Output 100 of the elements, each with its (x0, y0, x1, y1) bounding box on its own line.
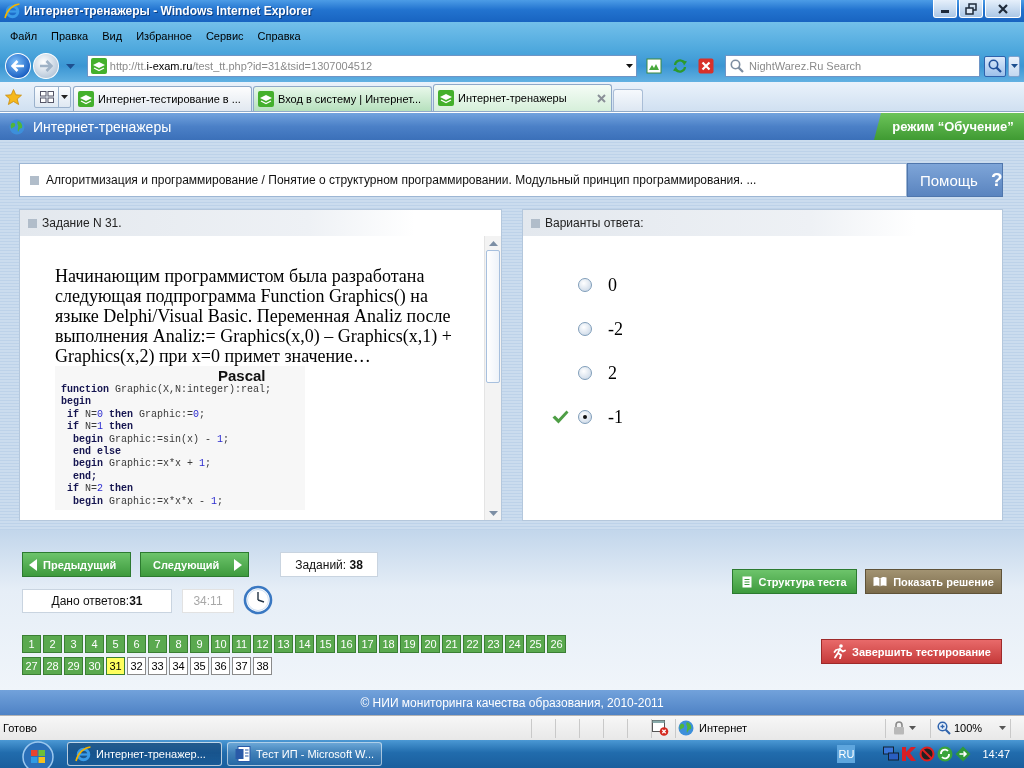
language-indicator[interactable]: RU (837, 745, 856, 763)
star-icon[interactable] (5, 88, 22, 105)
task-number[interactable]: 8 (169, 635, 188, 653)
menu-item[interactable]: Сервис (198, 28, 251, 44)
timer: 34:11 (182, 589, 234, 613)
task-number[interactable]: 7 (148, 635, 167, 653)
task-number[interactable]: 17 (358, 635, 377, 653)
scroll-up-icon[interactable] (488, 241, 498, 246)
task-number[interactable]: 13 (274, 635, 293, 653)
task-number[interactable]: 37 (232, 657, 251, 675)
radio-button[interactable] (578, 322, 592, 336)
radio-button[interactable] (578, 410, 592, 424)
task-number[interactable]: 10 (211, 635, 230, 653)
task-number[interactable]: 30 (85, 657, 104, 675)
task-number[interactable]: 32 (127, 657, 146, 675)
scroll-down-icon[interactable] (488, 511, 498, 516)
task-number[interactable]: 12 (253, 635, 272, 653)
back-button[interactable] (5, 53, 31, 79)
task-number[interactable]: 6 (127, 635, 146, 653)
radio-button[interactable] (578, 366, 592, 380)
stop-icon (698, 58, 715, 74)
task-number[interactable]: 33 (148, 657, 167, 675)
arrow-right-icon (38, 60, 53, 72)
radio-button[interactable] (578, 278, 592, 292)
task-number[interactable]: 14 (295, 635, 314, 653)
task-number[interactable]: 27 (22, 657, 41, 675)
task-number[interactable]: 23 (484, 635, 503, 653)
task-number[interactable]: 35 (190, 657, 209, 675)
code-line: begin Graphic:=x*x*x - 1; (72, 495, 225, 509)
previous-button[interactable]: Предыдущий (22, 552, 131, 577)
task-number[interactable]: 34 (169, 657, 188, 675)
tab[interactable]: Интернет-тренажеры (433, 84, 612, 111)
close-icon[interactable] (597, 93, 606, 103)
task-number[interactable]: 36 (211, 657, 230, 675)
task-number[interactable]: 16 (337, 635, 356, 653)
task-number[interactable]: 21 (442, 635, 461, 653)
tab[interactable]: Вход в систему | Интернет... (253, 86, 432, 111)
task-number[interactable]: 4 (85, 635, 104, 653)
address-field[interactable]: http://tt.i-exam.ru/test_tt.php?id=31&tsid=1307004512 (86, 55, 638, 77)
menu-item[interactable]: Файл (3, 28, 45, 44)
scrollbar[interactable] (484, 236, 501, 520)
task-number[interactable]: 26 (547, 635, 566, 653)
task-number[interactable]: 1 (22, 635, 41, 653)
answer-label: -1 (608, 406, 623, 428)
tasks-counter: Заданий: 38 (280, 552, 378, 577)
search-options-button[interactable] (1008, 55, 1020, 77)
tab-list-button[interactable] (58, 86, 70, 107)
help-button[interactable]: Помощь ? (907, 163, 1003, 197)
cycle-arrows-icon[interactable] (937, 746, 954, 762)
scrollbar-thumb[interactable] (486, 250, 500, 383)
square-bullet-icon (30, 175, 39, 185)
task-number[interactable]: 5 (106, 635, 125, 653)
next-button[interactable]: Следующий (140, 552, 249, 577)
task-number[interactable]: 31 (106, 657, 125, 675)
task-number[interactable]: 20 (421, 635, 440, 653)
close-icon (997, 2, 1009, 15)
search-field[interactable]: NightWarez.Ru Search (725, 55, 981, 77)
task-number[interactable]: 38 (253, 657, 272, 675)
answer-label: 0 (608, 274, 617, 296)
task-number[interactable]: 3 (64, 635, 83, 653)
solution-button[interactable]: Показать решение (865, 569, 1002, 594)
menu-item[interactable]: Вид (95, 28, 130, 44)
task-number[interactable]: 9 (190, 635, 209, 653)
finish-button[interactable]: Завершить тестирование (821, 639, 1002, 664)
e-logo-icon (4, 3, 20, 19)
padlock-icon[interactable] (892, 721, 906, 735)
tab[interactable]: Интернет-тестирование в ... (73, 86, 252, 111)
no-sign-icon[interactable] (919, 746, 936, 762)
triangle-right-icon (234, 558, 242, 571)
task-number[interactable]: 2 (43, 635, 62, 653)
zoom-level[interactable]: 100% (954, 722, 983, 734)
caret-icon (1010, 64, 1018, 68)
running-man-icon (832, 644, 847, 659)
zoom-icon[interactable] (937, 721, 951, 735)
task-number[interactable]: 15 (316, 635, 335, 653)
forward-button[interactable] (32, 53, 59, 79)
diamond-arrow-icon[interactable] (955, 746, 972, 762)
menu-item[interactable]: Справка (250, 28, 308, 44)
task-number[interactable]: 24 (505, 635, 524, 653)
site-title: Интернет-тренажеры (33, 118, 172, 135)
menu-item[interactable]: Правка (44, 28, 96, 44)
taskbar-button[interactable]: Тест ИП - Microsoft W... (227, 742, 382, 766)
task-number[interactable]: 28 (43, 657, 62, 675)
restore-button[interactable] (959, 0, 983, 18)
restore-icon (965, 2, 977, 15)
caret-icon (61, 94, 68, 99)
close-button[interactable] (985, 0, 1021, 18)
task-number[interactable]: 22 (463, 635, 482, 653)
search-button[interactable] (984, 55, 1007, 77)
minimize-button[interactable] (933, 0, 957, 18)
code-line: if N=0 then Graphic:=0; (66, 408, 207, 421)
task-number[interactable]: 19 (400, 635, 419, 653)
task-number[interactable]: 29 (64, 657, 83, 675)
task-number[interactable]: 25 (526, 635, 545, 653)
structure-button[interactable]: Структура теста (732, 569, 857, 594)
menu-item[interactable]: Избранное (129, 28, 199, 44)
monitors-icon[interactable] (883, 746, 900, 762)
task-number[interactable]: 11 (232, 635, 251, 653)
task-number[interactable]: 18 (379, 635, 398, 653)
taskbar-button[interactable]: Интернет-тренажер... (67, 742, 222, 766)
